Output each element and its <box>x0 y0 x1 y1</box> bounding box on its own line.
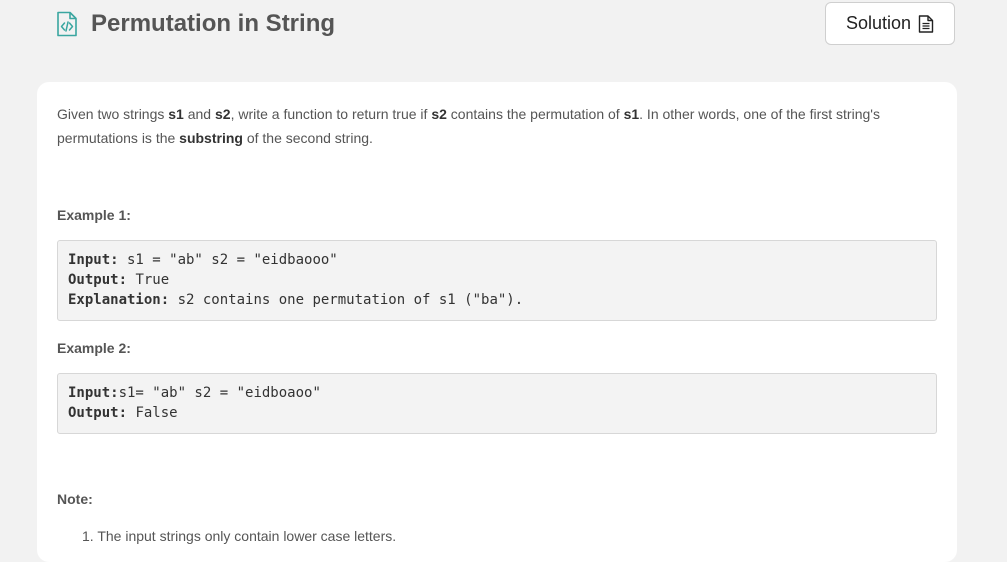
page-title: Permutation in String <box>91 10 336 37</box>
example-1-output: Output: True <box>68 272 170 288</box>
example-2-code: Input:s1= "ab" s2 = "eidboaoo" Output: F… <box>57 373 937 434</box>
solution-button-label: Solution <box>845 13 912 33</box>
example-1-code: Input: s1 = "ab" s2 = "eidbaooo" Output:… <box>57 240 937 321</box>
list-item: 1. The input strings only contain lower … <box>82 528 397 544</box>
problem-description: Given two strings s1 and s2, write a fun… <box>57 106 880 146</box>
example-1-explanation: Explanation: s2 contains one permutation… <box>68 292 524 308</box>
header: Permutation in String Solution <box>0 0 1007 60</box>
keyword-s1: s1 <box>623 106 640 122</box>
keyword-s2: s2 <box>214 106 231 122</box>
solution-button[interactable]: Solution <box>825 2 955 45</box>
problem-card: Given two strings s1 and s2, write a fun… <box>37 82 957 562</box>
example-2-heading: Example 2: <box>57 340 131 356</box>
keyword-substring: substring <box>179 130 243 146</box>
example-2-input: Input:s1= "ab" s2 = "eidboaoo" <box>68 385 321 401</box>
note-heading: Note: <box>57 491 93 507</box>
example-1-input: Input: s1 = "ab" s2 = "eidbaooo" <box>68 252 338 268</box>
keyword-s1: s1 <box>168 106 184 122</box>
code-file-icon <box>57 11 77 37</box>
keyword-s2: s2 <box>431 106 447 122</box>
example-2-output: Output: False <box>68 405 178 421</box>
document-icon <box>918 14 934 33</box>
note-list: 1. The input strings only contain lower … <box>82 526 396 546</box>
example-1-heading: Example 1: <box>57 207 131 223</box>
